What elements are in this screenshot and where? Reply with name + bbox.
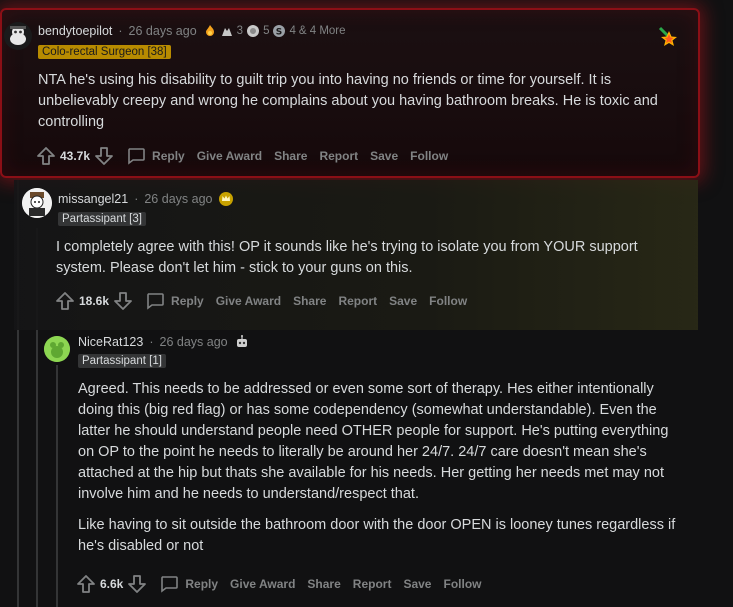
dot-separator: · <box>118 24 123 38</box>
username[interactable]: bendytoepilot <box>38 24 112 38</box>
avatar[interactable] <box>4 22 32 50</box>
follow-button[interactable]: Follow <box>443 577 481 591</box>
comment-paragraph: Agreed. This needs to be addressed or ev… <box>78 381 669 502</box>
upvote-icon[interactable] <box>36 146 56 166</box>
more-awards: & 4 More <box>298 25 346 37</box>
reply-button[interactable]: Reply <box>126 147 185 165</box>
reply-label: Reply <box>185 577 219 591</box>
reply-label: Reply <box>171 294 204 308</box>
svg-text:S: S <box>276 28 282 38</box>
award-count: 5 <box>263 25 270 37</box>
dot-separator: · <box>134 192 139 206</box>
give-award-button[interactable]: Give Award <box>230 577 295 591</box>
share-label: Share <box>274 149 308 163</box>
dot-separator: · <box>149 335 154 349</box>
comment-thread: bendytoepilot · 26 days ago 3 5 S 4 & 4 … <box>0 0 733 607</box>
downvote-icon[interactable] <box>94 146 114 166</box>
follow-label: Follow <box>429 294 468 308</box>
user-flair: Partassipant [3] <box>58 212 146 226</box>
save-button[interactable]: Save <box>389 294 417 308</box>
comment-body: Agreed. This needs to be addressed or ev… <box>78 379 688 567</box>
save-label: Save <box>389 294 418 308</box>
comment-meta: bendytoepilot · 26 days ago 3 5 S 4 & 4 … <box>38 24 346 38</box>
comment-paragraph: NTA he's using his disability to guilt t… <box>38 72 658 130</box>
comment-meta: NiceRat123 · 26 days ago <box>78 334 250 350</box>
give-award-button[interactable]: Give Award <box>216 294 281 308</box>
username[interactable]: missangel21 <box>58 192 128 206</box>
give-award-label: Give Award <box>230 577 296 591</box>
comment-paragraph: I completely agree with this! OP it soun… <box>56 239 638 276</box>
comment-paragraph: Like having to sit outside the bathroom … <box>78 517 676 554</box>
report-button[interactable]: Report <box>353 577 392 591</box>
comment-body: NTA he's using his disability to guilt t… <box>38 70 688 143</box>
give-award-button[interactable]: Give Award <box>197 149 262 163</box>
award-list[interactable]: 3 5 S 4 & 4 More <box>203 24 346 38</box>
thread-line[interactable] <box>56 365 58 607</box>
vote-controls: 18.6k <box>55 291 133 311</box>
robot-icon <box>236 335 247 347</box>
timestamp[interactable]: 26 days ago <box>129 24 197 38</box>
user-flair: Colo-rectal Surgeon [38] <box>38 45 171 59</box>
s-award-icon: S <box>273 25 286 38</box>
reply-button[interactable]: Reply <box>145 292 204 310</box>
follow-label: Follow <box>410 149 449 163</box>
save-button[interactable]: Save <box>370 149 398 163</box>
timestamp[interactable]: 26 days ago <box>144 192 212 206</box>
upvote-icon[interactable] <box>76 574 96 594</box>
share-button[interactable]: Share <box>274 149 307 163</box>
follow-button[interactable]: Follow <box>429 294 467 308</box>
report-button[interactable]: Report <box>338 294 377 308</box>
follow-button[interactable]: Follow <box>410 149 448 163</box>
hands-award-icon <box>221 28 232 36</box>
downvote-icon[interactable] <box>113 291 133 311</box>
share-button[interactable]: Share <box>293 294 326 308</box>
reply-button[interactable]: Reply <box>159 575 218 593</box>
share-label: Share <box>307 577 341 591</box>
comment-meta: missangel21 · 26 days ago <box>58 191 234 207</box>
timestamp[interactable]: 26 days ago <box>160 335 228 349</box>
comment-actions: 18.6k Reply Give Award Share Report Save… <box>55 291 479 311</box>
downvote-icon[interactable] <box>127 574 147 594</box>
silver-award-icon <box>247 25 260 37</box>
crown-icon <box>219 192 234 206</box>
vote-controls: 43.7k <box>36 146 114 166</box>
give-award-label: Give Award <box>215 294 282 308</box>
report-label: Report <box>338 294 378 308</box>
comment-body: I completely agree with this! OP it soun… <box>56 237 676 289</box>
avatar[interactable] <box>44 336 70 362</box>
save-label: Save <box>370 149 399 163</box>
reply-icon <box>147 293 164 310</box>
username[interactable]: NiceRat123 <box>78 335 143 349</box>
vote-count: 43.7k <box>60 149 91 163</box>
share-button[interactable]: Share <box>307 577 340 591</box>
user-flair: Partassipant [1] <box>78 354 166 368</box>
report-label: Report <box>352 577 392 591</box>
award-count: 3 <box>236 25 244 37</box>
star-award-icon[interactable] <box>656 26 678 48</box>
reply-label: Reply <box>152 149 185 163</box>
upvote-icon[interactable] <box>55 291 75 311</box>
report-button[interactable]: Report <box>319 149 358 163</box>
save-label: Save <box>403 577 432 591</box>
award-count: 4 <box>289 25 296 37</box>
comment-actions: 43.7k Reply Give Award Share Report Save… <box>36 146 460 166</box>
fire-award-icon <box>205 25 214 36</box>
comment-actions: 6.6k Reply Give Award Share Report Save … <box>76 574 493 594</box>
report-label: Report <box>319 149 359 163</box>
give-award-label: Give Award <box>196 149 263 163</box>
save-button[interactable]: Save <box>403 577 431 591</box>
reply-icon <box>128 148 145 165</box>
vote-count: 18.6k <box>79 294 110 308</box>
share-label: Share <box>293 294 327 308</box>
reply-icon <box>161 576 179 593</box>
vote-count: 6.6k <box>100 577 124 591</box>
follow-label: Follow <box>443 577 482 591</box>
avatar[interactable] <box>22 188 52 218</box>
vote-controls: 6.6k <box>76 574 147 594</box>
